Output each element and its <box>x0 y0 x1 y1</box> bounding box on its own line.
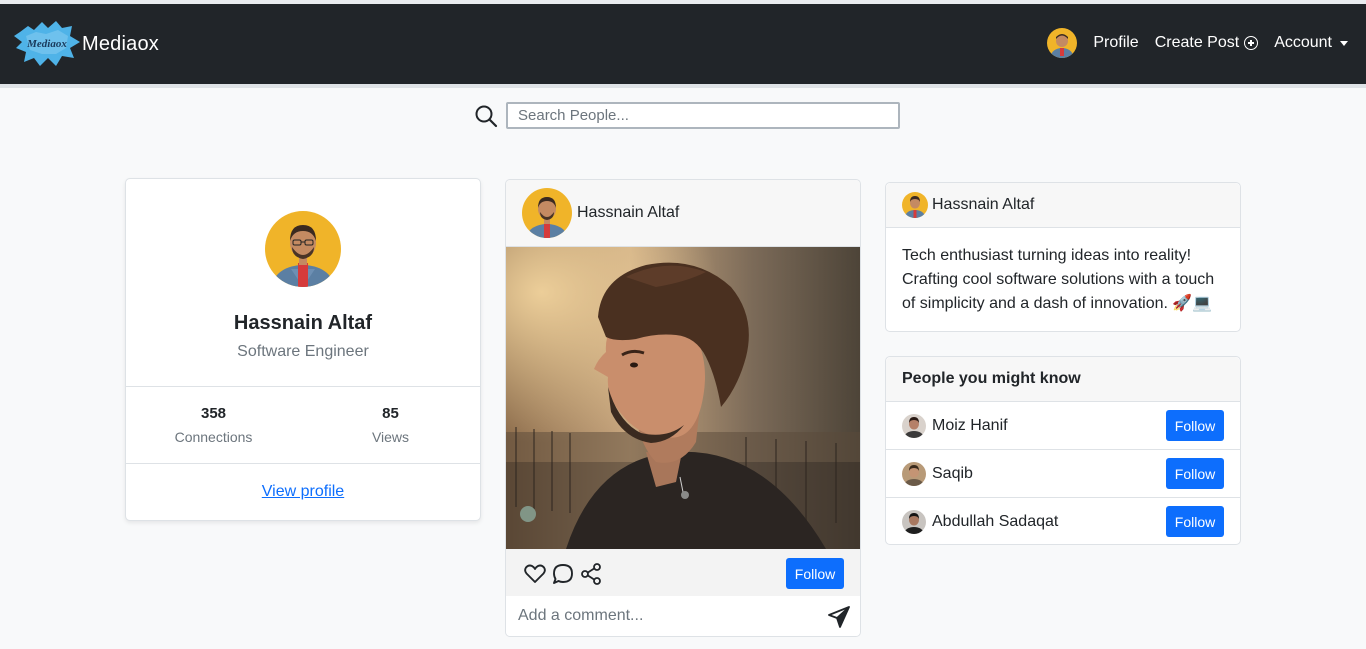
send-icon[interactable] <box>828 606 850 628</box>
people-card: People you might know Moiz Hanif Follow … <box>885 356 1241 545</box>
brand[interactable]: Mediaox Mediaox <box>12 18 159 70</box>
stat-connections: 358 Connections <box>125 387 302 463</box>
views-count: 85 <box>382 405 399 422</box>
about-bio: Tech enthusiast turning ideas into reali… <box>902 247 1215 312</box>
view-profile-row: View profile <box>126 464 480 501</box>
share-icon[interactable] <box>579 562 603 586</box>
nav-create-post-label: Create Post <box>1154 34 1240 51</box>
people-title: People you might know <box>886 357 1240 402</box>
about-name: Hassnain Altaf <box>932 196 1035 213</box>
profile-stats: 358 Connections 85 Views <box>126 387 480 464</box>
comment-icon[interactable] <box>551 562 575 586</box>
post-author-name[interactable]: Hassnain Altaf <box>577 204 679 222</box>
brand-name: Mediaox <box>82 32 159 55</box>
follow-button[interactable]: Follow <box>1166 458 1224 489</box>
post-header: Hassnain Altaf <box>506 180 860 247</box>
post-actions: Follow <box>506 549 860 596</box>
people-name[interactable]: Moiz Hanif <box>932 417 1008 435</box>
profile-card: Hassnain Altaf Software Engineer 358 Con… <box>125 178 481 521</box>
people-avatar[interactable] <box>902 413 926 438</box>
nav-account-dropdown[interactable]: Account <box>1274 34 1348 52</box>
people-avatar[interactable] <box>902 461 926 486</box>
stat-views: 85 Views <box>302 387 479 463</box>
plus-circle-icon <box>1244 36 1259 50</box>
navbar-divider <box>0 84 1366 88</box>
nav-avatar[interactable] <box>1047 28 1078 58</box>
about-avatar[interactable] <box>902 192 928 218</box>
brand-logo: Mediaox <box>14 21 80 66</box>
profile-name: Hassnain Altaf <box>233 312 373 334</box>
post-follow-button[interactable]: Follow <box>786 558 844 589</box>
heart-icon[interactable] <box>523 562 547 586</box>
view-profile-link[interactable]: View profile <box>262 483 344 500</box>
search-bar <box>474 102 900 129</box>
nav-profile-link[interactable]: Profile <box>1093 34 1138 52</box>
nav-create-post-link[interactable]: Create Post <box>1154 34 1259 52</box>
follow-button[interactable]: Follow <box>1166 506 1224 537</box>
connections-label: Connections <box>174 429 253 445</box>
search-input[interactable] <box>506 102 900 129</box>
post-image[interactable] <box>506 247 860 549</box>
connections-count: 358 <box>200 405 227 422</box>
profile-role: Software Engineer <box>237 343 369 360</box>
profile-summary: Hassnain Altaf Software Engineer <box>126 179 480 387</box>
nav-account-label: Account <box>1274 34 1332 51</box>
people-item: Saqib Follow <box>886 450 1240 498</box>
views-label: Views <box>371 429 410 445</box>
people-item: Moiz Hanif Follow <box>886 402 1240 450</box>
people-name[interactable]: Saqib <box>932 465 973 483</box>
people-avatar[interactable] <box>902 510 926 534</box>
people-name[interactable]: Abdullah Sadaqat <box>932 513 1058 531</box>
nav-right: Profile Create Post Account <box>1047 28 1348 58</box>
post-author-avatar[interactable] <box>522 188 572 238</box>
caret-down-icon <box>1340 40 1348 46</box>
follow-button[interactable]: Follow <box>1166 410 1224 441</box>
post-card: Hassnain Altaf Follow Add a comment... <box>505 179 861 637</box>
navbar: Mediaox Mediaox Profile Create Post Acco… <box>0 4 1366 88</box>
logo-text: Mediaox <box>26 38 67 50</box>
nav-profile-label: Profile <box>1093 34 1139 51</box>
search-icon[interactable] <box>474 104 498 128</box>
comment-input[interactable] <box>518 602 818 630</box>
about-header: Hassnain Altaf <box>886 183 1240 228</box>
comment-row <box>506 596 860 636</box>
about-card: Hassnain Altaf Tech enthusiast turning i… <box>885 182 1241 332</box>
people-item: Abdullah Sadaqat Follow <box>886 498 1240 546</box>
profile-avatar[interactable] <box>265 211 341 287</box>
